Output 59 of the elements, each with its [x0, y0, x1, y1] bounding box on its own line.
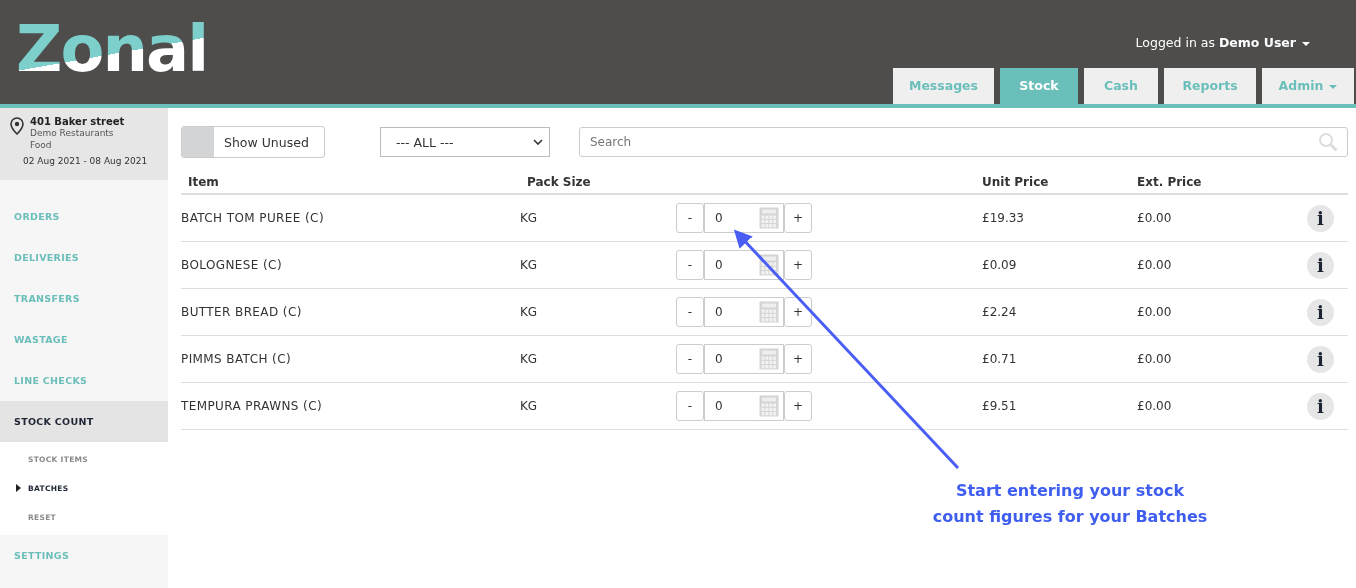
table-cell-text: £0.00	[1137, 305, 1173, 319]
table-cell-text: £0.00	[1137, 399, 1173, 413]
table-cell-text: £2.24	[982, 305, 1018, 319]
table-cell-text: £9.51	[982, 399, 1018, 413]
filter-dropdown[interactable]: --- ALL ---	[380, 127, 550, 157]
decrement-button[interactable]: -	[676, 391, 704, 421]
info-button[interactable]: i	[1307, 298, 1334, 326]
table-cell-text: KG	[520, 352, 539, 366]
table-cell-text: BOLOGNESE (C)	[181, 258, 283, 272]
increment-button[interactable]: +	[784, 344, 812, 374]
column-header: Ext. Price	[1137, 175, 1203, 189]
quantity-field[interactable]: 0	[704, 344, 784, 374]
decrement-button[interactable]: -	[676, 203, 704, 233]
table-cell-text: KG	[520, 211, 539, 225]
table-cell-text: £0.00	[1137, 258, 1173, 272]
table-cell-text: KG	[520, 399, 539, 413]
column-header: Item	[187, 175, 220, 189]
info-button[interactable]: i	[1307, 251, 1334, 279]
increment-button[interactable]: +	[784, 391, 812, 421]
quantity-field[interactable]: 0	[704, 297, 784, 327]
info-button[interactable]: i	[1307, 204, 1334, 232]
location-pin-icon	[10, 117, 24, 135]
increment-button[interactable]: +	[784, 297, 812, 327]
decrement-button[interactable]: -	[676, 297, 704, 327]
info-button[interactable]: i	[1307, 392, 1334, 420]
increment-button[interactable]: +	[784, 203, 812, 233]
increment-button[interactable]: +	[784, 250, 812, 280]
table-cell-text: TEMPURA PRAWNS (C)	[181, 399, 324, 413]
caret-icon[interactable]	[1329, 84, 1338, 89]
table-cell-text: PIMMS BATCH (C)	[181, 352, 292, 366]
table-cell-text: BUTTER BREAD (C)	[181, 305, 303, 319]
column-header: Pack Size	[526, 175, 592, 189]
table-cell-text: £0.71	[982, 352, 1018, 366]
decrement-button[interactable]: -	[676, 250, 704, 280]
company-text: Demo Restaurants	[30, 127, 115, 139]
category-text: Food	[30, 139, 53, 151]
search-field[interactable]: Search	[579, 127, 1348, 157]
quantity-field[interactable]: 0	[704, 391, 784, 421]
search-icon[interactable]	[1318, 132, 1338, 152]
show-unused-toggle[interactable]: Show Unused	[181, 126, 325, 158]
annotation-text: Start entering your stock count figures for your Batches	[931, 480, 1209, 528]
quantity-field[interactable]: 0	[704, 250, 784, 280]
chevron-down-icon[interactable]	[533, 139, 543, 145]
table-cell-text: £19.33	[982, 211, 1025, 225]
decrement-button[interactable]: -	[676, 344, 704, 374]
sidebar-item[interactable]: STOCK COUNT	[0, 401, 168, 442]
table-cell-text: £0.00	[1137, 211, 1173, 225]
table-cell-text: BATCH TOM PUREE (C)	[181, 211, 325, 225]
column-header: Unit Price	[982, 175, 1050, 189]
table-cell-text: KG	[520, 258, 539, 272]
table-cell-text: KG	[520, 305, 539, 319]
address-text: 401 Baker street	[30, 116, 125, 127]
caret-icon	[16, 484, 21, 492]
quantity-field[interactable]: 0	[704, 203, 784, 233]
info-button[interactable]: i	[1307, 345, 1334, 373]
table-cell-text: £0.09	[982, 258, 1018, 272]
user-menu[interactable]: Logged in as Demo User	[1135, 35, 1310, 50]
table-cell-text: £0.00	[1137, 352, 1173, 366]
period-text: 02 Aug 2021 - 08 Aug 2021	[23, 156, 149, 166]
